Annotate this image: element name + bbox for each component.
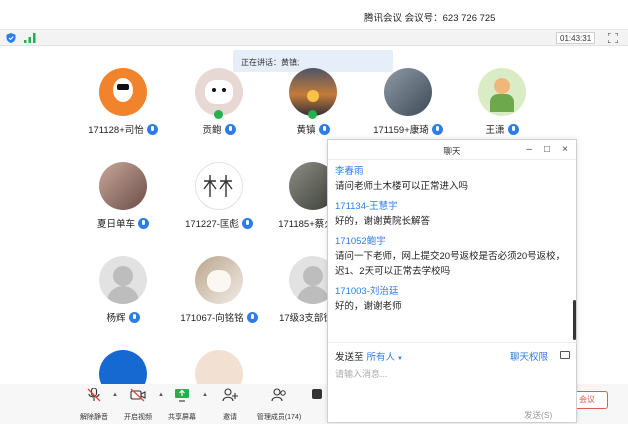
participant-tile[interactable]: 171128+司怡 bbox=[73, 68, 173, 136]
send-to-label: 发送至 bbox=[335, 352, 364, 363]
chat-title: 聊天 bbox=[443, 146, 461, 156]
chat-message-list[interactable]: 李春雨 请问老师土木楼可以正常进入吗 171134-王慧宇 好的，谢谢黄院长解答… bbox=[328, 161, 578, 341]
mic-on-icon bbox=[308, 110, 317, 119]
avatar bbox=[289, 68, 337, 116]
chat-header[interactable]: 聊天 – □ × bbox=[328, 140, 576, 160]
avatar bbox=[384, 68, 432, 116]
chat-compose: 发送至所有人▼ 聊天权限 发送(S) bbox=[328, 342, 578, 424]
chat-scrollbar[interactable] bbox=[573, 300, 576, 340]
chat-permission-button[interactable]: 聊天权限 bbox=[510, 349, 548, 363]
mic-icon bbox=[146, 123, 158, 135]
send-to-select[interactable]: 所有人 bbox=[367, 352, 396, 363]
participant-name: 17级3支部徐 bbox=[279, 313, 333, 324]
close-icon[interactable]: × bbox=[559, 144, 571, 156]
share-screen-label: 共享屏幕 bbox=[168, 414, 196, 421]
more-icon bbox=[312, 389, 322, 399]
signal-icon[interactable] bbox=[24, 33, 36, 43]
message-text: 请问老师土木楼可以正常进入吗 bbox=[335, 181, 469, 192]
mic-icon bbox=[431, 123, 443, 135]
mic-icon bbox=[246, 311, 258, 323]
send-button[interactable]: 发送(S) bbox=[524, 409, 552, 421]
mic-icon bbox=[224, 123, 236, 135]
chevron-down-icon[interactable]: ▼ bbox=[397, 356, 403, 362]
minimize-icon[interactable]: – bbox=[523, 144, 535, 156]
start-video-button[interactable]: 开启视频 bbox=[116, 388, 160, 422]
message-sender: 李春雨 bbox=[335, 166, 364, 177]
title-bar: 腾讯会议 会议号：623 726 725 bbox=[0, 0, 628, 30]
fullscreen-icon[interactable] bbox=[608, 33, 618, 43]
mic-icon bbox=[507, 123, 519, 135]
invite-label: 邀请 bbox=[223, 414, 237, 421]
avatar bbox=[195, 68, 243, 116]
shield-icon[interactable] bbox=[6, 33, 16, 43]
participant-name: 黄镇 bbox=[296, 125, 316, 136]
share-screen-button[interactable]: 共享屏幕 bbox=[160, 388, 204, 422]
mic-icon bbox=[138, 217, 149, 229]
participant-name: 171159+康琦 bbox=[373, 125, 429, 136]
start-video-label: 开启视频 bbox=[124, 414, 152, 421]
mic-on-icon bbox=[214, 110, 223, 119]
manage-members-button[interactable]: 管理成员(174) bbox=[254, 388, 304, 422]
avatar bbox=[99, 256, 147, 304]
unmute-label: 解除静音 bbox=[80, 414, 108, 421]
invite-button[interactable]: 邀请 bbox=[208, 388, 252, 422]
participant-name: 171128+司怡 bbox=[88, 125, 144, 136]
participant-tile[interactable]: 黄镇 bbox=[263, 68, 363, 136]
message-sender: 171003-刘治廷 bbox=[335, 286, 399, 297]
leave-meeting-button[interactable]: 会议 bbox=[577, 391, 608, 409]
invite-icon bbox=[222, 388, 238, 402]
mic-muted-icon bbox=[87, 387, 101, 402]
avatar bbox=[478, 68, 526, 116]
manage-members-label: 管理成员(174) bbox=[256, 414, 302, 421]
message-text: 好的，谢谢老师 bbox=[335, 301, 402, 312]
message-sender: 171052鲍宇 bbox=[335, 236, 386, 247]
members-icon bbox=[271, 388, 286, 402]
popout-icon[interactable] bbox=[560, 351, 570, 359]
chat-input[interactable] bbox=[335, 367, 565, 381]
participant-tile[interactable]: 夏日单车 bbox=[73, 162, 173, 230]
participant-name: 贡鲍 bbox=[202, 125, 222, 136]
chat-window[interactable]: 聊天 – □ × 李春雨 请问老师土木楼可以正常进入吗 171134-王慧宇 好… bbox=[327, 139, 578, 424]
participant-tile[interactable]: 171159+康琦 bbox=[358, 68, 458, 136]
avatar bbox=[195, 162, 243, 210]
participant-tile[interactable]: 贡鲍 bbox=[169, 68, 269, 136]
maximize-icon[interactable]: □ bbox=[541, 144, 553, 156]
mic-icon bbox=[318, 123, 330, 135]
message-text: 请问一下老师，网上提交20号返校是否必须20号返校，迟1、2天可以正常去学校吗 bbox=[335, 251, 566, 277]
more-button[interactable] bbox=[306, 388, 328, 407]
mic-icon bbox=[128, 311, 140, 323]
participant-tile[interactable]: 171067-向铭铭 bbox=[169, 256, 269, 324]
participant-name: 王潇 bbox=[485, 125, 505, 136]
meeting-timer: 01:43:31 bbox=[556, 32, 596, 44]
message-sender: 171134-王慧宇 bbox=[335, 201, 398, 212]
avatar bbox=[195, 256, 243, 304]
meeting-title: 腾讯会议 会议号：623 726 725 bbox=[364, 13, 496, 24]
participant-tile[interactable]: 杨辉 bbox=[73, 256, 173, 324]
camera-off-icon bbox=[130, 388, 146, 402]
send-to[interactable]: 发送至 所有人 ▼ bbox=[335, 349, 403, 363]
participant-name: 171227-匡彪 bbox=[185, 219, 239, 230]
participant-name: 杨辉 bbox=[106, 313, 126, 324]
mic-icon bbox=[241, 217, 253, 229]
avatar bbox=[99, 162, 147, 210]
participant-tile[interactable]: 171227-匡彪 bbox=[169, 162, 269, 230]
participant-name: 171185+蔡火 bbox=[278, 219, 334, 230]
participant-tile[interactable]: 王潇 bbox=[452, 68, 552, 136]
status-bar: 01:43:31 bbox=[0, 30, 628, 46]
avatar bbox=[99, 68, 147, 116]
default-avatar-icon bbox=[303, 266, 323, 286]
participant-name: 171067-向铭铭 bbox=[180, 313, 244, 324]
message-text: 好的，谢谢黄院长解答 bbox=[335, 216, 431, 227]
default-avatar-icon bbox=[113, 266, 133, 286]
unmute-button[interactable]: 解除静音 bbox=[72, 387, 116, 422]
participant-name: 夏日单车 bbox=[96, 219, 135, 230]
share-screen-icon bbox=[175, 389, 189, 402]
